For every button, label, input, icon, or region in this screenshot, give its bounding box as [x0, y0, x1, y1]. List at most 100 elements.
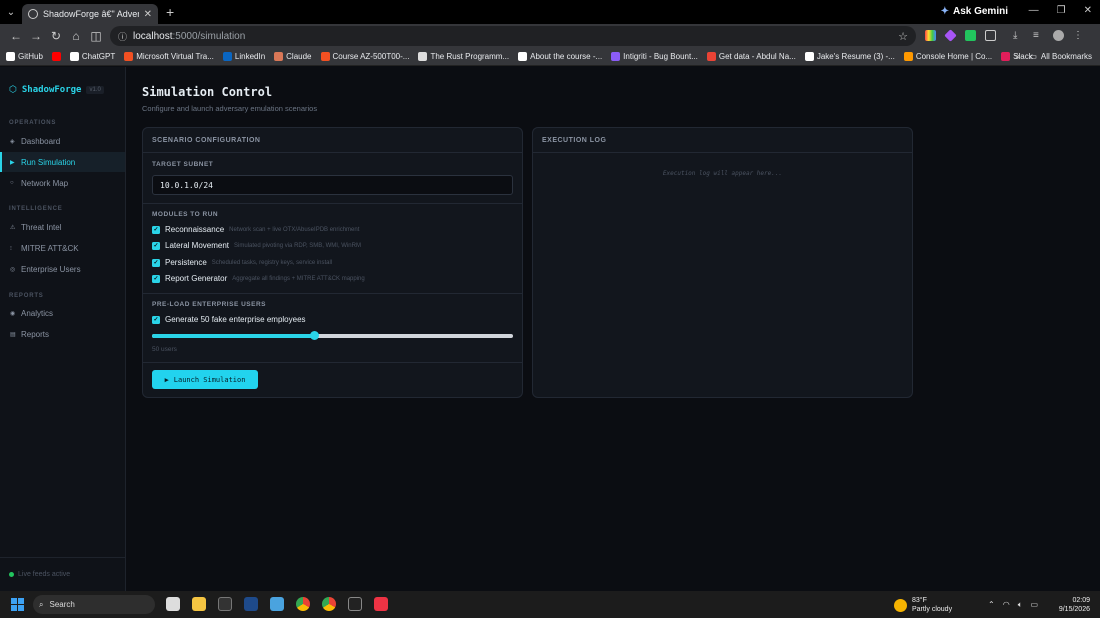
- bookmark-favicon-icon: [222, 52, 232, 61]
- bookmark-item[interactable]: LinkedIn: [222, 52, 265, 61]
- sidebar-item-network-map[interactable]: ○ Network Map: [0, 173, 125, 193]
- chrome-profile-icon[interactable]: [322, 597, 336, 611]
- side-panel-icon[interactable]: ◫: [86, 29, 106, 43]
- bookmark-favicon-icon: [804, 52, 814, 61]
- module-persistence[interactable]: ✓ Persistence Scheduled tasks, registry …: [152, 258, 332, 267]
- bookmark-item[interactable]: GitHub: [6, 52, 43, 61]
- module-description: Network scan + live OTX/AbuseIPDB enrich…: [229, 226, 360, 233]
- browser-tab[interactable]: ShadowForge â€" Adversary Em ✕: [22, 4, 158, 24]
- file-explorer-icon[interactable]: [192, 597, 206, 611]
- sidebar-item-analytics[interactable]: ◉ Analytics: [0, 303, 125, 323]
- task-view-icon[interactable]: [166, 597, 180, 611]
- bookmark-favicon-icon: [518, 52, 528, 61]
- search-icon: ⌕: [39, 599, 44, 609]
- minimize-icon[interactable]: —: [1029, 5, 1039, 16]
- checkbox-checked-icon[interactable]: ✓: [152, 241, 160, 250]
- taskbar-search[interactable]: ⌕ Search: [33, 595, 155, 614]
- tab-search-icon[interactable]: ⌄: [0, 7, 22, 18]
- window-close-icon[interactable]: ✕: [1084, 5, 1092, 16]
- bookmark-item[interactable]: Get data - Abdul Na...: [706, 52, 796, 61]
- checkbox-checked-icon[interactable]: ✓: [152, 315, 160, 324]
- bookmark-favicon-icon: [611, 52, 621, 61]
- address-bar[interactable]: ⓘ localhost:5000/simulation ☆: [110, 26, 916, 46]
- notepad-icon[interactable]: [270, 597, 284, 611]
- bookmark-item[interactable]: Jake's Resume (3) -...: [804, 52, 895, 61]
- new-tab-icon[interactable]: +: [166, 4, 174, 20]
- clock-date: 9/15/2026: [1058, 606, 1090, 613]
- tray-chevron-icon[interactable]: ⌃: [988, 600, 995, 610]
- launch-label: Launch Simulation: [173, 375, 246, 384]
- tab-close-icon[interactable]: ✕: [144, 9, 152, 20]
- sidebar-item-reports[interactable]: ▤ Reports: [0, 324, 125, 344]
- ask-gemini-button[interactable]: ✦ Ask Gemini: [941, 6, 1008, 17]
- profile-avatar-icon[interactable]: [1053, 30, 1064, 41]
- sidebar-item-mitre-attack[interactable]: ⁝ MITRE ATT&CK: [0, 238, 125, 258]
- sidebar-item-threat-intel[interactable]: ⚠ Threat Intel: [0, 217, 125, 237]
- media-icon[interactable]: ≡: [1033, 30, 1044, 41]
- sidebar-item-enterprise-users[interactable]: ◎ Enterprise Users: [0, 259, 125, 279]
- slider-thumb[interactable]: [310, 331, 320, 340]
- wifi-icon[interactable]: ◠: [1003, 600, 1010, 610]
- live-feed-status: Live feeds active: [0, 557, 125, 591]
- bookmark-item[interactable]: [51, 52, 61, 61]
- generate-users-option[interactable]: ✓ Generate 50 fake enterprise employees: [152, 315, 306, 324]
- volume-icon[interactable]: 🔈︎: [1018, 600, 1023, 610]
- all-bookmarks-button[interactable]: ▭ All Bookmarks: [1029, 52, 1092, 61]
- bookmark-item[interactable]: Intigriti - Bug Bount...: [611, 52, 698, 61]
- user-count-slider[interactable]: [152, 331, 513, 340]
- browser-menu-icon[interactable]: ⋮: [1073, 30, 1084, 41]
- terminal-icon[interactable]: [218, 597, 232, 611]
- bookmark-star-icon[interactable]: ☆: [898, 30, 908, 43]
- restore-icon[interactable]: ❐: [1057, 5, 1066, 16]
- snipping-tool-icon[interactable]: [374, 597, 388, 611]
- download-icon[interactable]: ⤓: [1013, 30, 1024, 41]
- cmd-icon[interactable]: [348, 597, 362, 611]
- extensions-puzzle-icon[interactable]: [985, 30, 996, 41]
- sidebar-item-dashboard[interactable]: ◈ Dashboard: [0, 131, 125, 151]
- brand[interactable]: ⬡ ShadowForge v1.0: [9, 84, 104, 95]
- taskbar-apps: [166, 597, 388, 611]
- extension-flag-icon[interactable]: [965, 30, 976, 41]
- forward-icon[interactable]: →: [26, 29, 46, 43]
- module-report-generator[interactable]: ✓ Report Generator Aggregate all finding…: [152, 274, 365, 283]
- powershell-icon[interactable]: [244, 597, 258, 611]
- extensions-area: ⤓ ≡ ⋮: [925, 29, 1084, 42]
- bookmark-item[interactable]: The Rust Programm...: [418, 52, 509, 61]
- sidebar-item-label: Dashboard: [21, 136, 61, 146]
- bookmark-item[interactable]: Microsoft Virtual Tra...: [124, 52, 214, 61]
- live-status-text: Live feeds active: [18, 571, 71, 578]
- windows-start-icon[interactable]: [11, 598, 24, 611]
- play-icon: ▶: [164, 375, 169, 384]
- module-description: Aggregate all findings + MITRE ATT&CK ma…: [232, 275, 365, 282]
- checkbox-checked-icon[interactable]: ✓: [152, 274, 160, 283]
- bookmark-item[interactable]: ChatGPT: [69, 52, 115, 61]
- back-icon[interactable]: ←: [6, 29, 26, 43]
- checkbox-checked-icon[interactable]: ✓: [152, 225, 160, 234]
- site-info-icon[interactable]: ⓘ: [118, 30, 127, 43]
- bookmark-item[interactable]: Claude: [274, 52, 312, 61]
- bookmark-item[interactable]: Course AZ-500T00-...: [320, 52, 410, 61]
- module-reconnaissance[interactable]: ✓ Reconnaissance Network scan + live OTX…: [152, 225, 359, 234]
- bookmark-favicon-icon: [1001, 52, 1011, 61]
- sidebar-item-label: Run Simulation: [21, 157, 76, 167]
- bookmark-label: About the course -...: [530, 52, 603, 61]
- clock[interactable]: 02:09 9/15/2026: [1059, 596, 1090, 614]
- extension-color-icon[interactable]: [925, 30, 936, 41]
- target-subnet-label: TARGET SUBNET: [152, 161, 214, 168]
- home-icon[interactable]: ⌂: [66, 29, 86, 43]
- log-empty-state: Execution log will appear here...: [662, 170, 783, 177]
- chrome-icon[interactable]: [296, 597, 310, 611]
- sidebar-item-run-simulation[interactable]: ▶ Run Simulation: [0, 152, 125, 172]
- extension-diamond-icon[interactable]: [944, 29, 957, 42]
- target-subnet-input[interactable]: 10.0.1.0/24: [152, 175, 513, 195]
- checkbox-checked-icon[interactable]: ✓: [152, 258, 160, 267]
- bookmark-label: Course AZ-500T00-...: [332, 52, 410, 61]
- module-lateral-movement[interactable]: ✓ Lateral Movement Simulated pivoting vi…: [152, 241, 361, 250]
- weather-widget[interactable]: 83°F Partly cloudy: [894, 596, 952, 614]
- bookmarks-overflow-icon[interactable]: »: [1015, 51, 1020, 61]
- reload-icon[interactable]: ↻: [46, 29, 66, 43]
- launch-simulation-button[interactable]: ▶ Launch Simulation: [152, 370, 258, 389]
- bookmark-item[interactable]: Console Home | Co...: [903, 52, 992, 61]
- battery-icon[interactable]: ▭: [1031, 600, 1039, 610]
- bookmark-item[interactable]: About the course -...: [518, 52, 602, 61]
